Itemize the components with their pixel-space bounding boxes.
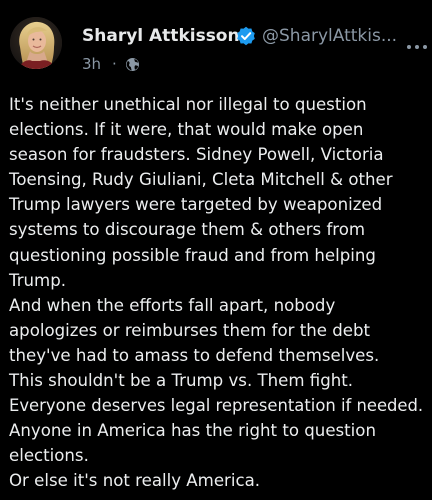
post-text-line: Trump. [9,270,67,290]
name-row: Sharyl Attkisson @SharylAttkis... [82,25,422,51]
display-name[interactable]: Sharyl Attkisson [82,25,240,47]
globe-icon [125,57,140,72]
post-text-line: Toensing, Rudy Giuliani, Cleta Mitchell … [9,170,393,190]
post-text-line: questioning possible fraud and from help… [9,245,376,265]
post-text-line: This shouldn't be a Trump vs. Them fight… [9,371,354,391]
post-text-line: elections. [9,446,89,466]
more-options-icon[interactable] [405,35,429,59]
post-text-line: they've had to amass to defend themselve… [9,345,380,365]
post-text-line: elections. If it were, that would make o… [9,120,364,140]
verified-badge-icon [236,26,256,46]
post-text-line: Everyone deserves legal representation i… [9,396,424,416]
post-text: It's neither unethical nor illegal to qu… [9,92,427,494]
post-text-line: It's neither unethical nor illegal to qu… [9,95,367,114]
post-text-line: systems to discourage them & others from [9,220,366,240]
post-text-line: Or else it's not really America. [9,471,261,491]
post-text-line: And when the efforts fall apart, nobody [9,295,336,315]
post-text-line: Trump lawyers were targeted by weaponize… [9,195,383,215]
handle[interactable]: @SharylAttkis... [262,25,397,47]
post: Sharyl Attkisson @SharylAttkis... 3h · I… [0,0,432,500]
timestamp[interactable]: 3h [82,54,101,74]
avatar[interactable] [10,17,62,69]
post-text-line: apologizes or reimburses them for the de… [9,320,370,340]
meta-separator: · [112,55,117,73]
post-header: Sharyl Attkisson @SharylAttkis... 3h · [10,17,429,79]
post-text-line: season for fraudsters. Sidney Powell, Vi… [9,145,384,165]
post-text-line: Anyone in America has the right to quest… [9,421,376,441]
avatar-image [10,17,62,69]
